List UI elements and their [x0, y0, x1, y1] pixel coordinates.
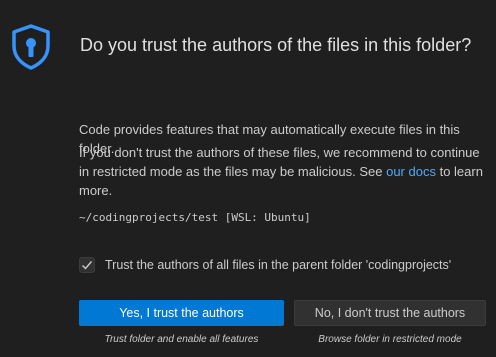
workspace-trust-dialog: Do you trust the authors of the files in…	[0, 0, 496, 357]
trust-parent-checkbox-row[interactable]: Trust the authors of all files in the pa…	[79, 257, 451, 273]
trust-button-caption: Trust folder and enable all features	[104, 334, 259, 345]
trust-parent-checkbox-label[interactable]: Trust the authors of all files in the pa…	[105, 258, 451, 272]
trust-button[interactable]: Yes, I trust the authors	[79, 300, 284, 326]
recommendation-paragraph: If you don't trust the authors of these …	[79, 143, 489, 200]
dont-trust-button[interactable]: No, I don't trust the authors	[294, 300, 486, 326]
folder-path: ~/codingprojects/test [WSL: Ubuntu]	[79, 211, 311, 224]
dialog-title: Do you trust the authors of the files in…	[80, 35, 472, 55]
shield-lock-icon	[12, 24, 50, 70]
dont-trust-button-caption: Browse folder in restricted mode	[318, 334, 462, 345]
trust-parent-checkbox[interactable]	[79, 257, 95, 273]
checkmark-icon	[82, 261, 93, 270]
docs-link[interactable]: our docs	[386, 164, 436, 179]
